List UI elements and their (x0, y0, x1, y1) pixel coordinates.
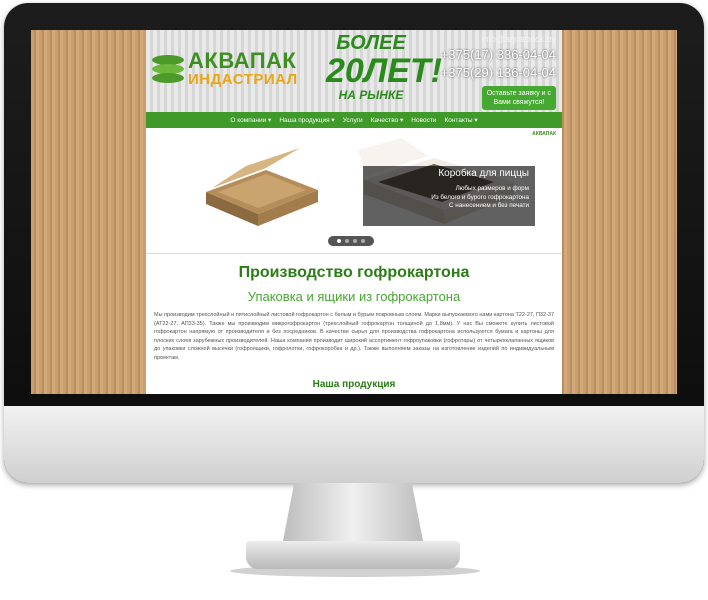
main-content: Производство гофрокартона Упаковка и ящи… (146, 254, 562, 390)
promo-line-2: 20ЛЕТ! (326, 52, 442, 90)
web-page: АКВАПАК ИНДАСТРИАЛ БОЛЕЕ 20ЛЕТ! НА РЫНКЕ… (146, 30, 562, 394)
main-nav: О компании ▾ Наша продукция ▾ Услуги Кач… (146, 112, 562, 128)
slider-dot-4[interactable] (361, 239, 365, 243)
logo-subtitle: ИНДАСТРИАЛ (188, 71, 298, 88)
hero-slider[interactable]: АКВАПАК Коробка для пиццы Любых размеров… (146, 128, 562, 254)
pizza-box-brown-image (206, 148, 318, 226)
slider-pagination (328, 236, 374, 246)
slider-mini-logo: АКВАПАК (532, 131, 556, 137)
slider-dot-2[interactable] (345, 239, 349, 243)
email-link[interactable]: info@aquapack.by (441, 34, 556, 44)
page-subtitle: Упаковка и ящики из гофрокартона (247, 289, 461, 304)
nav-item-news[interactable]: Новости (411, 117, 436, 124)
page-title: Производство гофрокартона (238, 264, 470, 281)
slide-caption-line-2: Из белого и бурого гофрокартона (431, 193, 529, 201)
phone-2[interactable]: +375(29) 136-04-04 (441, 65, 556, 80)
logo-name: АКВАПАК (188, 48, 297, 73)
promo-line-1: БОЛЕЕ (336, 32, 406, 54)
nav-item-services[interactable]: Услуги (343, 117, 363, 124)
logo-waves-icon (152, 53, 184, 85)
slide-caption-line-1: Любых размеров и форм (455, 185, 529, 192)
slide-caption-title: Коробка для пиццы (438, 168, 529, 179)
intro-paragraph: Мы производим трехслойный и пятислойный … (154, 312, 555, 361)
screen: АКВАПАК ИНДАСТРИАЛ БОЛЕЕ 20ЛЕТ! НА РЫНКЕ… (31, 30, 677, 394)
header-contacts: info@aquapack.by +375(17) 336-04-04 +375… (441, 34, 556, 110)
callback-button[interactable]: Оставьте заявку и с Вами свяжутся! (481, 86, 556, 110)
callback-label-1: Оставьте заявку и с (486, 90, 551, 97)
nav-item-quality[interactable]: Качество ▾ (371, 116, 404, 124)
slide-caption: Коробка для пиццы Любых размеров и форм … (363, 166, 535, 226)
monitor-stand (283, 483, 423, 541)
section-heading: Наша продукция (312, 378, 396, 390)
phone-1[interactable]: +375(17) 336-04-04 (441, 47, 556, 62)
slider-dot-3[interactable] (353, 239, 357, 243)
slider-dot-1[interactable] (337, 239, 341, 243)
site-header: АКВАПАК ИНДАСТРИАЛ БОЛЕЕ 20ЛЕТ! НА РЫНКЕ… (146, 30, 562, 112)
promo-line-3: НА РЫНКЕ (338, 88, 404, 102)
nav-item-about[interactable]: О компании ▾ (230, 116, 271, 124)
nav-item-products[interactable]: Наша продукция ▾ (279, 116, 334, 124)
promo-banner: БОЛЕЕ 20ЛЕТ! НА РЫНКЕ (326, 30, 442, 112)
monitor-base (246, 541, 460, 569)
monitor-chin (4, 406, 704, 483)
slide-caption-line-3: С нанесением и без печати (448, 202, 529, 209)
nav-item-contacts[interactable]: Контакты ▾ (444, 116, 477, 124)
site-logo[interactable]: АКВАПАК ИНДАСТРИАЛ (152, 50, 298, 88)
callback-label-2: Вами свяжутся! (493, 99, 545, 106)
